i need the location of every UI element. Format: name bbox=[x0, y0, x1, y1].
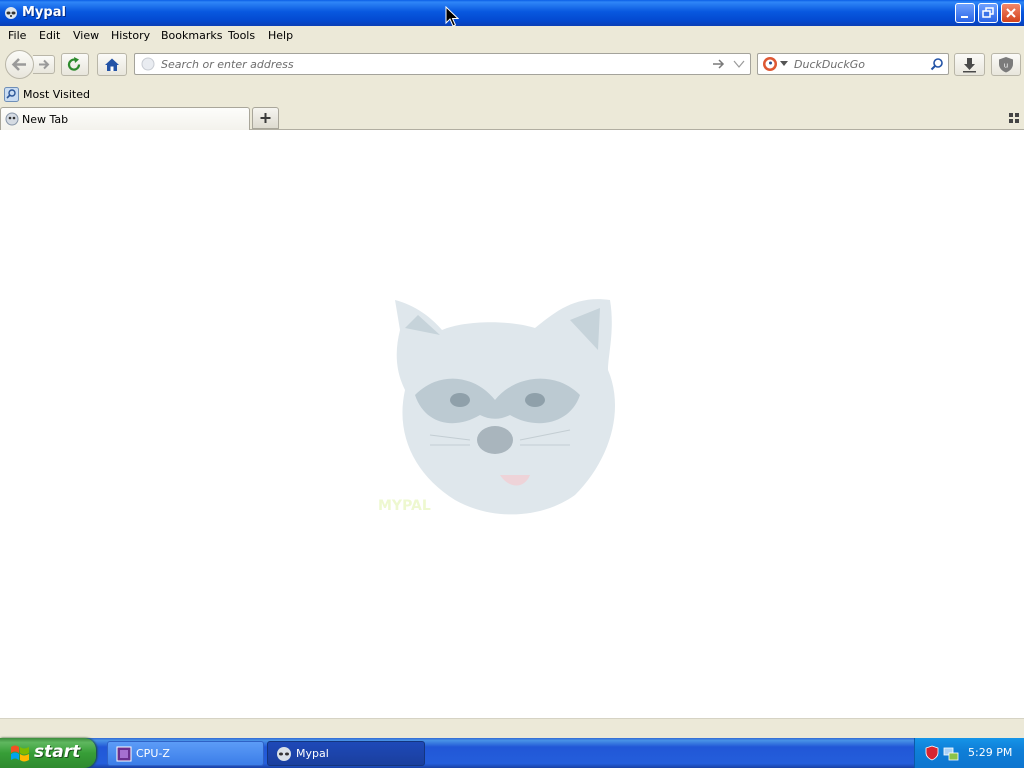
windows-logo-icon bbox=[11, 745, 29, 762]
home-icon bbox=[105, 58, 119, 71]
download-arrow-icon bbox=[963, 58, 976, 73]
back-arrow-icon bbox=[11, 58, 26, 71]
downloads-button[interactable] bbox=[954, 53, 985, 76]
status-bar bbox=[0, 718, 1024, 738]
most-visited-bookmark[interactable] bbox=[4, 87, 19, 102]
close-button[interactable] bbox=[1001, 3, 1021, 23]
tab-label: New Tab bbox=[22, 113, 69, 126]
tab-new-tab[interactable]: New Tab bbox=[0, 107, 250, 130]
search-bar[interactable]: DuckDuckGo bbox=[757, 53, 949, 75]
close-icon bbox=[1006, 8, 1016, 18]
mouse-cursor-icon bbox=[445, 6, 459, 27]
menu-history[interactable]: History bbox=[111, 29, 150, 42]
reload-button[interactable] bbox=[61, 53, 89, 76]
mypal-logo-text: MYPAL bbox=[378, 498, 431, 514]
search-icon[interactable] bbox=[930, 57, 944, 71]
back-button[interactable] bbox=[5, 50, 34, 79]
restore-icon bbox=[982, 7, 994, 18]
taskbar-item-cpu-z[interactable]: CPU-Z bbox=[107, 741, 264, 766]
globe-icon bbox=[141, 57, 155, 71]
menu-tools[interactable]: Tools bbox=[228, 29, 255, 42]
menu-bookmarks[interactable]: Bookmarks bbox=[161, 29, 222, 42]
network-icon[interactable] bbox=[943, 745, 959, 761]
go-arrow-icon[interactable] bbox=[712, 58, 726, 70]
tab-list-icon[interactable] bbox=[1008, 112, 1020, 124]
cpu-z-icon bbox=[116, 746, 132, 762]
menu-edit[interactable]: Edit bbox=[39, 29, 60, 42]
taskbar-item-label: CPU-Z bbox=[136, 747, 170, 760]
title-bar[interactable]: Mypal bbox=[0, 0, 1024, 26]
page-content: MYPAL bbox=[0, 130, 1024, 718]
system-tray: 5:29 PM bbox=[914, 738, 1024, 768]
menu-bar: File Edit View History Bookmarks Tools H… bbox=[0, 26, 1024, 46]
minimize-icon bbox=[961, 16, 968, 18]
security-shield-icon[interactable] bbox=[925, 745, 939, 761]
menu-file[interactable]: File bbox=[8, 29, 26, 42]
clock: 5:29 PM bbox=[968, 746, 1013, 759]
restore-button[interactable] bbox=[978, 3, 998, 23]
ublock-button[interactable]: u bbox=[991, 53, 1021, 76]
engine-dropdown-icon[interactable] bbox=[780, 61, 788, 67]
address-bar[interactable]: Search or enter address bbox=[134, 53, 751, 75]
new-tab-button[interactable] bbox=[252, 107, 279, 129]
start-button[interactable]: start bbox=[0, 738, 96, 768]
menu-view[interactable]: View bbox=[73, 29, 99, 42]
taskbar-item-label: Mypal bbox=[296, 747, 329, 760]
mypal-raccoon-logo bbox=[395, 299, 616, 515]
taskbar-item-mypal[interactable]: Mypal bbox=[267, 741, 425, 766]
window-title: Mypal bbox=[22, 5, 66, 20]
minimize-button[interactable] bbox=[955, 3, 975, 23]
forward-button[interactable] bbox=[33, 55, 55, 74]
svg-text:u: u bbox=[1004, 62, 1008, 70]
shield-icon: u bbox=[999, 57, 1013, 73]
start-label: start bbox=[34, 742, 81, 762]
mypal-app-icon bbox=[5, 7, 17, 19]
address-bar-placeholder: Search or enter address bbox=[161, 58, 294, 71]
duckduckgo-icon[interactable] bbox=[762, 56, 778, 72]
dropdown-arrow-icon[interactable] bbox=[733, 59, 745, 69]
most-visited-label[interactable]: Most Visited bbox=[23, 88, 90, 101]
plus-icon bbox=[260, 113, 271, 123]
menu-help[interactable]: Help bbox=[268, 29, 293, 42]
reload-icon bbox=[67, 57, 81, 71]
forward-arrow-icon bbox=[39, 59, 50, 70]
search-engine-placeholder: DuckDuckGo bbox=[794, 58, 865, 71]
folder-search-icon bbox=[4, 87, 19, 102]
home-button[interactable] bbox=[97, 53, 127, 76]
bookmarks-toolbar: Most Visited bbox=[0, 84, 1024, 106]
mypal-taskbar-icon bbox=[277, 747, 291, 761]
mypal-favicon-icon bbox=[5, 112, 19, 126]
